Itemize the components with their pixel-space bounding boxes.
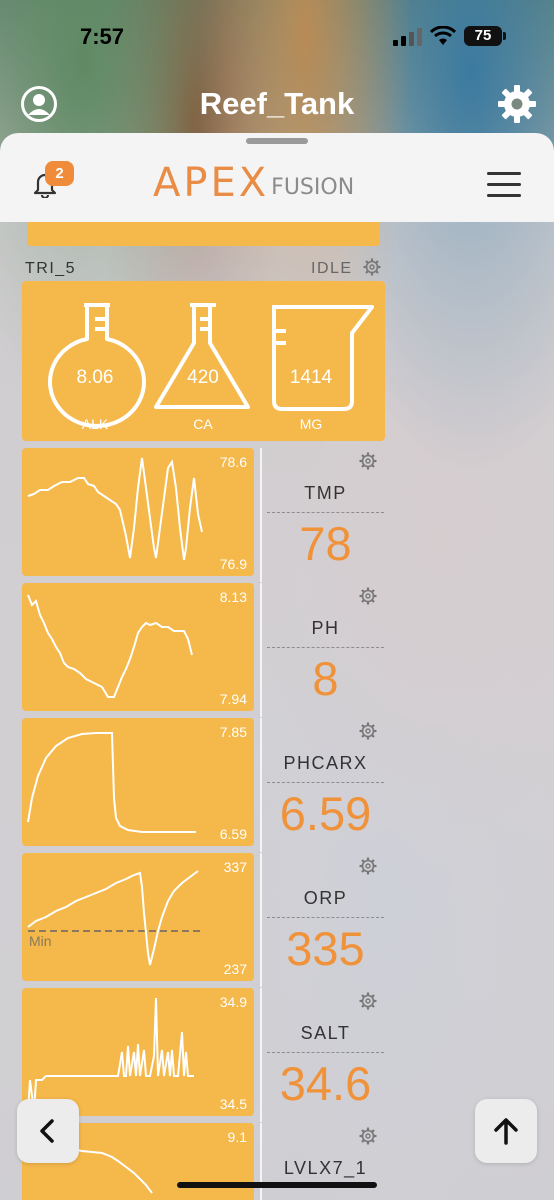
alk-flask-icon: [48, 303, 146, 428]
probe-readout[interactable]: ORP 335: [267, 853, 384, 981]
threshold-label: Min: [29, 933, 52, 949]
probe-name: PHCARX: [283, 753, 368, 773]
graph-min: 237: [223, 961, 247, 977]
wifi-icon: [430, 26, 456, 45]
trident-status: IDLE: [311, 260, 353, 277]
app-title-bar: Reef_Tank: [0, 80, 554, 130]
sheet-grabber[interactable]: [246, 138, 308, 144]
battery-indicator: 75: [464, 26, 506, 46]
probe-readout[interactable]: TMP 78: [267, 448, 384, 576]
mg-label: MG: [299, 416, 323, 432]
probe-graph[interactable]: 34.9 34.5: [22, 988, 254, 1116]
dashed-rule: [267, 1052, 384, 1053]
probe-settings-icon[interactable]: [359, 857, 377, 875]
dashed-rule: [267, 512, 384, 513]
home-indicator[interactable]: [177, 1182, 377, 1188]
scroll-up-icon: [494, 1118, 518, 1145]
dashed-rule: [267, 782, 384, 783]
back-arrow-icon: [40, 1119, 54, 1143]
graph-max: 34.9: [219, 994, 247, 1010]
probe-value: 34.6: [279, 1057, 372, 1110]
probe-graph[interactable]: 78.6 76.9: [22, 448, 254, 576]
probe-graph-line: [27, 870, 200, 966]
logo-fusion: FUSION: [271, 175, 355, 200]
apex-fusion-logo: APEX FUSION: [153, 163, 354, 203]
ca-flask-icon: [154, 303, 250, 409]
graph-max: 337: [223, 859, 247, 875]
probe-settings-icon[interactable]: [359, 1127, 377, 1145]
probe-name: PH: [311, 618, 340, 638]
dashed-rule: [267, 917, 384, 918]
dashboard-content: TRI_5 IDLE 8.06 420 1414 ALK CA MG 78.6 …: [0, 214, 554, 1200]
probe-graph[interactable]: 7.85 6.59: [22, 718, 254, 846]
probe-value: 8: [312, 652, 339, 705]
probe-name: TMP: [304, 483, 347, 503]
trident-settings-icon[interactable]: [363, 258, 381, 276]
trident-name: TRI_5: [25, 260, 77, 277]
ca-label: CA: [193, 416, 213, 432]
alk-value: 8.06: [76, 367, 114, 388]
trident-tile[interactable]: 8.06 420 1414 ALK CA MG: [22, 281, 385, 441]
ca-value: 420: [187, 367, 219, 388]
probe-name: ORP: [303, 888, 348, 908]
scroll-top-button[interactable]: [475, 1099, 537, 1163]
graph-min: 6.59: [219, 826, 247, 842]
probe-readout[interactable]: SALT 34.6: [267, 988, 384, 1116]
probe-readout[interactable]: PH 8: [267, 583, 384, 711]
alk-label: ALK: [81, 416, 109, 432]
status-time: 7:57: [80, 24, 125, 49]
probe-name: LVLX7_1: [283, 1158, 368, 1178]
status-bar: 7:57 75: [0, 0, 554, 76]
graph-min: 7.94: [219, 691, 247, 707]
probe-readout[interactable]: LVLX7_1: [267, 1123, 384, 1200]
divider: [260, 1123, 262, 1200]
page-title: Reef_Tank: [199, 86, 355, 121]
mg-beaker-icon: [272, 305, 374, 411]
graph-max: 9.1: [227, 1129, 247, 1145]
probe-graph[interactable]: 8.13 7.94: [22, 583, 254, 711]
dashboard-sheet: 2 APEX FUSION TRI_5 IDLE 8.06 420 1414 A…: [0, 133, 554, 1200]
gear-icon[interactable]: [496, 83, 538, 125]
probe-name: SALT: [300, 1023, 351, 1043]
notification-badge[interactable]: 2: [45, 161, 74, 186]
probe-settings-icon[interactable]: [359, 452, 377, 470]
probe-settings-icon[interactable]: [359, 587, 377, 605]
graph-max: 78.6: [219, 454, 247, 470]
graph-max: 7.85: [219, 724, 247, 740]
probe-graph[interactable]: 337 Min 237: [22, 853, 254, 981]
graph-min: 76.9: [219, 556, 247, 572]
logo-apex: APEX: [153, 160, 270, 206]
graph-min: 34.5: [219, 1096, 247, 1112]
dashed-rule: [267, 647, 384, 648]
probe-readout[interactable]: PHCARX 6.59: [267, 718, 384, 846]
signal-icon: [393, 28, 422, 46]
probe-row-salt[interactable]: 34.9 34.5 SALT 34.6: [22, 988, 384, 1122]
back-button[interactable]: [17, 1099, 79, 1163]
menu-icon[interactable]: [487, 172, 521, 198]
probe-row-tmp[interactable]: 78.6 76.9 TMP 78: [22, 448, 384, 582]
probe-value: 6.59: [279, 787, 372, 840]
mg-value: 1414: [289, 367, 333, 388]
probe-settings-icon[interactable]: [359, 992, 377, 1010]
probe-row-ph[interactable]: 8.13 7.94 PH 8: [22, 583, 384, 717]
graph-max: 8.13: [219, 589, 247, 605]
probe-row-phcarx[interactable]: 7.85 6.59 PHCARX 6.59: [22, 718, 384, 852]
probe-row-orp[interactable]: 337 Min 237 ORP 335: [22, 853, 384, 987]
probe-value: 335: [286, 922, 365, 975]
probe-settings-icon[interactable]: [359, 722, 377, 740]
probe-value: 78: [299, 517, 352, 570]
app-header: 2 APEX FUSION: [0, 133, 554, 222]
